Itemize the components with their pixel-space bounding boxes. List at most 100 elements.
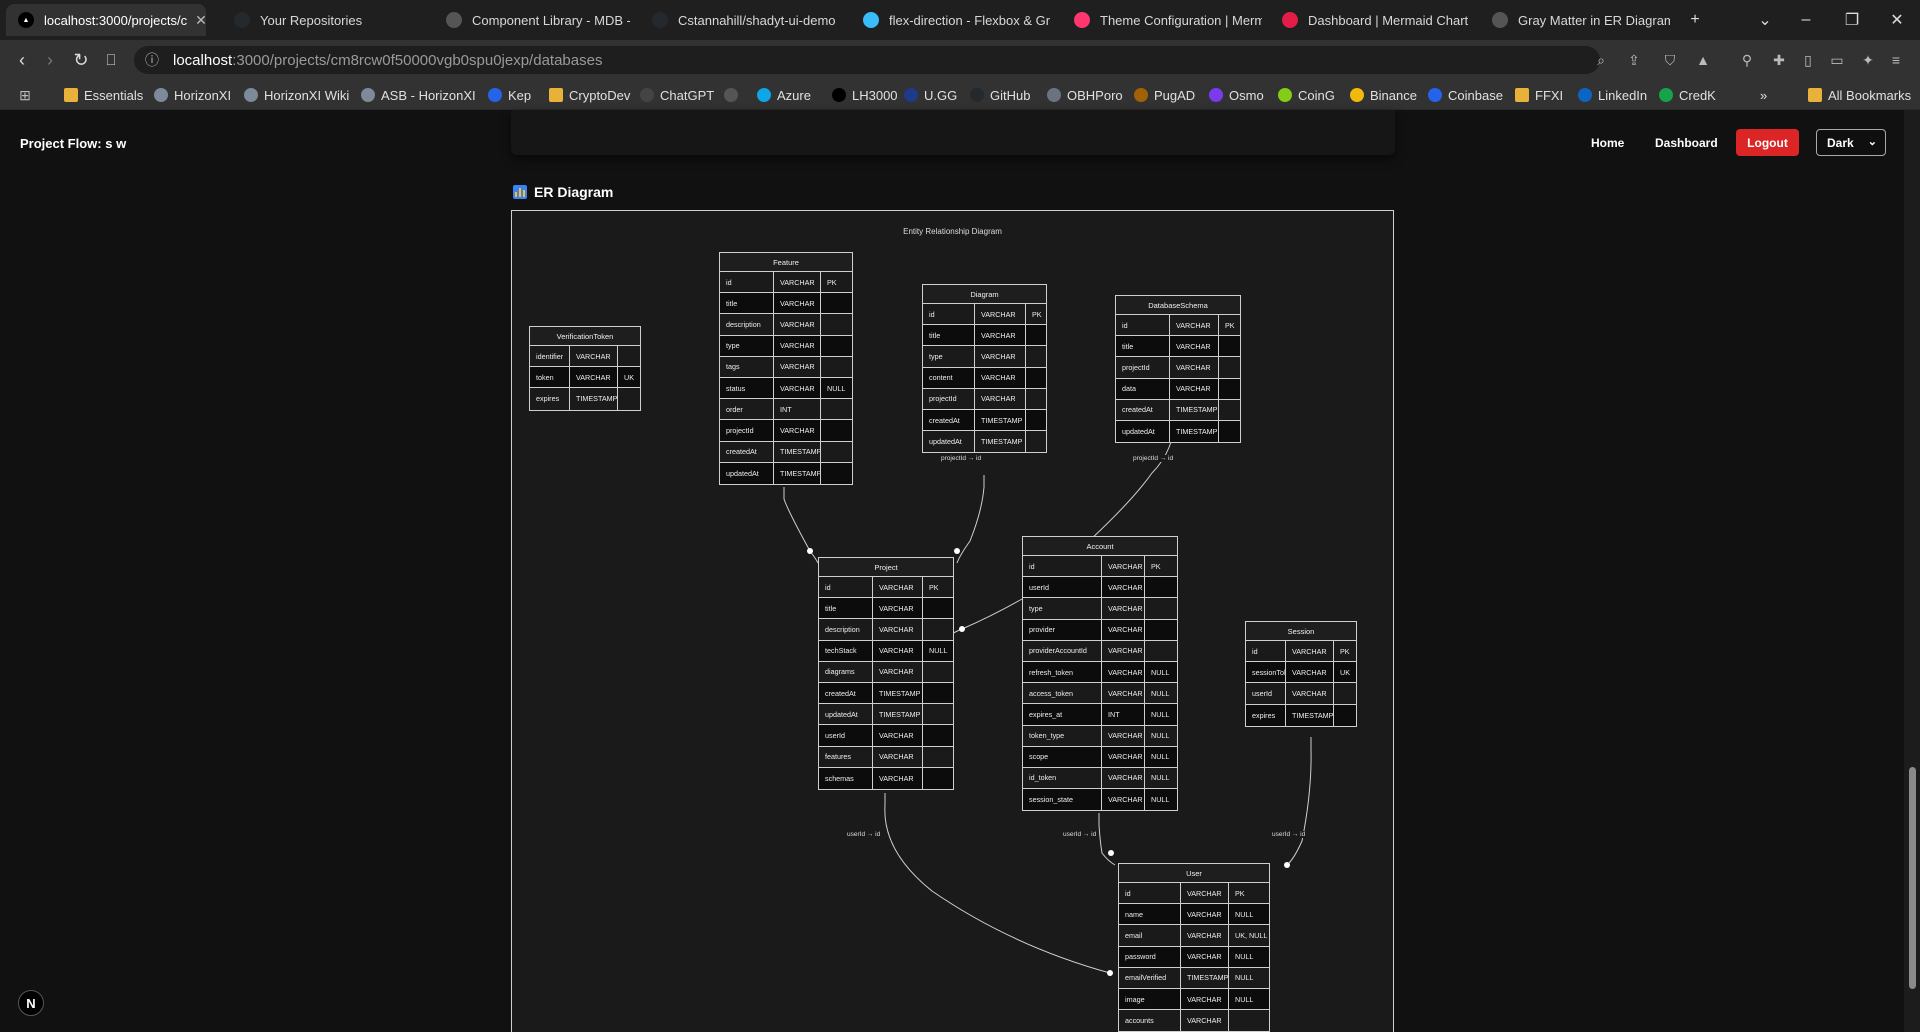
bookmark-item[interactable]: LH3000 (832, 86, 898, 104)
bookmark-item[interactable] (724, 86, 744, 104)
bookmarks-overflow-icon[interactable]: » (1760, 86, 1767, 104)
bookmark-icon[interactable]: ⎕ (99, 48, 123, 72)
entity-row: provider VARCHAR (1023, 619, 1177, 641)
field-name: title (819, 598, 873, 619)
field-name: token (530, 367, 570, 388)
entity-row: session_state VARCHAR NULL (1023, 789, 1177, 811)
close-tab-icon[interactable]: ✕ (187, 12, 206, 29)
site-favicon-icon (640, 88, 654, 102)
reload-button[interactable]: ↻ (69, 48, 93, 72)
entity-row: description VARCHAR (720, 314, 852, 336)
bookmark-item[interactable]: ChatGPT (640, 86, 714, 104)
field-constraint: PK (1151, 561, 1161, 571)
field-type: VARCHAR (1102, 683, 1145, 704)
bookmark-item[interactable]: Coinbase (1428, 86, 1503, 104)
menu-icon[interactable]: ≡ (1885, 49, 1907, 71)
site-favicon-icon (361, 88, 375, 102)
share-icon[interactable]: ⇪ (1623, 49, 1645, 71)
bookmark-item[interactable]: HorizonXI Wiki (244, 86, 349, 104)
bookmark-label: CoinG (1298, 87, 1335, 103)
bookmark-item[interactable]: Osmo (1209, 86, 1264, 104)
nav-home-link[interactable]: Home (1591, 136, 1624, 150)
relationship-line (884, 793, 1111, 974)
sidebar-icon[interactable]: ▯ (1797, 49, 1819, 71)
leo-ai-icon[interactable]: ✦ (1857, 49, 1879, 71)
field-name: tags (720, 356, 774, 377)
bookmark-folder[interactable]: Essentials (64, 86, 143, 104)
new-tab-button[interactable]: + (1672, 0, 1718, 40)
bookmark-label: FFXI (1535, 87, 1564, 103)
site-favicon-icon (488, 88, 502, 102)
browser-tab[interactable]: Dashboard | Mermaid Chart (1270, 4, 1470, 36)
restore-button[interactable]: ❐ (1829, 0, 1875, 40)
tab-search-chevron-icon[interactable]: ⌄ (1742, 0, 1788, 40)
browser-tab[interactable]: Gray Matter in ER Diagram (1480, 4, 1670, 36)
site-info-icon[interactable]: ⓘ (141, 49, 163, 71)
browser-tab[interactable]: Cstannahill/shadyt-ui-demo (640, 4, 840, 36)
extension-icon[interactable]: ⚲ (1736, 49, 1758, 71)
entity-row: updatedAt TIMESTAMP (1116, 420, 1240, 443)
logout-button[interactable]: Logout (1736, 129, 1799, 156)
bookmark-item[interactable]: GitHub (970, 86, 1030, 104)
shield-icon[interactable]: ⛉ (1659, 49, 1681, 71)
bar-chart-icon (513, 185, 527, 199)
wallet-icon[interactable]: ▭ (1826, 49, 1848, 71)
browser-tab[interactable]: ▲ localhost:3000/projects/c ✕ (6, 4, 206, 36)
site-favicon-icon (1659, 88, 1673, 102)
zoom-icon[interactable]: ⌕ (1590, 49, 1612, 71)
back-button[interactable]: ‹ (10, 48, 34, 72)
field-type: VARCHAR (1286, 641, 1334, 662)
field-type: VARCHAR (570, 367, 618, 388)
entity-name: Feature (720, 253, 852, 272)
nextjs-dev-badge[interactable]: N (18, 990, 44, 1016)
extensions-puzzle-icon[interactable]: ✚ (1768, 49, 1790, 71)
project-title: Project Flow: s w (20, 136, 127, 151)
bookmark-folder[interactable]: FFXI (1515, 86, 1563, 104)
bookmark-item[interactable]: Kep (488, 86, 531, 104)
chevron-down-icon: ⌄ (1867, 136, 1877, 148)
all-bookmarks-folder[interactable]: All Bookmarks (1808, 86, 1911, 104)
theme-select[interactable]: Dark ⌄ (1816, 129, 1886, 156)
forward-button[interactable]: › (38, 48, 62, 72)
browser-tab-title: flex-direction - Flexbox & Grid (889, 12, 1051, 28)
apps-grid-icon[interactable]: ⊞ (14, 84, 36, 106)
bookmark-item[interactable]: PugAD (1134, 86, 1195, 104)
field-type: VARCHAR (774, 314, 821, 335)
browser-tab[interactable]: Theme Configuration | Merma (1062, 4, 1262, 36)
url-text[interactable]: localhost:3000/projects/cm8rcw0f50000vgb… (173, 52, 602, 69)
entity-row: token VARCHAR UK (530, 367, 640, 389)
bookmark-item[interactable]: Azure (757, 86, 811, 104)
bookmark-item[interactable]: U.GG (904, 86, 957, 104)
entity-row: expires TIMESTAMP (1246, 704, 1356, 726)
bookmark-folder[interactable]: CryptoDev (549, 86, 630, 104)
field-constraint (923, 704, 953, 724)
entity-row: content VARCHAR (923, 367, 1046, 389)
bookmark-label: ASB - HorizonXI (381, 87, 476, 103)
close-window-button[interactable]: ✕ (1874, 0, 1920, 40)
entity-verificationtoken: VerificationToken identifier VARCHAR token V… (529, 326, 641, 411)
bookmark-item[interactable]: CoinG (1278, 86, 1335, 104)
field-name: type (1023, 598, 1102, 619)
bookmark-item[interactable]: Binance (1350, 86, 1417, 104)
entity-row: data VARCHAR (1116, 378, 1240, 400)
bookmark-item[interactable]: ASB - HorizonXI (361, 86, 476, 104)
browser-tab[interactable]: flex-direction - Flexbox & Grid (851, 4, 1051, 36)
field-name: email (1119, 925, 1181, 946)
field-constraint: NULL (1235, 952, 1254, 962)
browser-tab[interactable]: Component Library - MDB - sh (434, 4, 630, 36)
bookmark-item[interactable]: OBHPoro (1047, 86, 1123, 104)
entity-name: Account (1023, 537, 1177, 556)
rewards-icon[interactable]: ▲ (1692, 49, 1714, 71)
bookmark-item[interactable]: LinkedIn (1578, 86, 1647, 104)
relationship-endpoint (1107, 970, 1113, 976)
bookmark-item[interactable]: HorizonXI (154, 86, 231, 104)
browser-tab[interactable]: Your Repositories (222, 4, 422, 36)
field-constraint (821, 336, 852, 356)
field-constraint (923, 683, 953, 703)
nav-dashboard-link[interactable]: Dashboard (1655, 136, 1718, 150)
page-scrollbar-thumb[interactable] (1909, 767, 1916, 989)
bookmark-item[interactable]: CredK (1659, 86, 1716, 104)
minimize-button[interactable]: – (1783, 0, 1829, 40)
entity-databaseschema: DatabaseSchema id VARCHAR PK title VARCHAR pro… (1115, 295, 1241, 444)
field-type: VARCHAR (975, 388, 1026, 409)
